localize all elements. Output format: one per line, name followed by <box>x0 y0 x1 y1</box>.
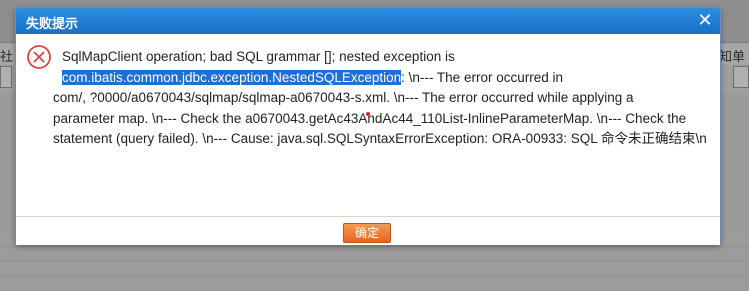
cursor-dot <box>366 112 370 116</box>
dialog-title: 失败提示 <box>26 17 79 32</box>
message-line: com.ibatis.common.jdbc.exception.NestedS… <box>53 68 693 89</box>
message-line: com/, ?0000/a0670043/sqlmap/sqlmap-a0670… <box>53 88 693 109</box>
message-line: statement (query failed). \n--- Cause: j… <box>53 129 707 150</box>
background-field-right <box>733 66 749 88</box>
error-circle-x-icon <box>27 45 51 69</box>
error-dialog: 失败提示 ✕ SqlMapClient operation; bad SQL g… <box>15 7 721 245</box>
message-line: parameter map. \n--- Check the a0670043.… <box>53 109 693 130</box>
background-label-left: 社 <box>0 50 14 65</box>
message-line: SqlMapClient operation; bad SQL grammar … <box>53 47 693 68</box>
selected-exception-class[interactable]: com.ibatis.common.jdbc.exception.NestedS… <box>62 69 402 85</box>
ok-button[interactable]: 确定 <box>343 223 391 243</box>
message-text: com/, ?0000/a0670043/sqlmap/sqlmap-a0670… <box>53 90 634 105</box>
close-icon[interactable]: ✕ <box>696 12 714 30</box>
dialog-titlebar[interactable]: 失败提示 ✕ <box>16 8 720 34</box>
dialog-footer: 确定 <box>16 216 720 245</box>
message-text: : \n--- The error occurred in <box>401 69 563 85</box>
error-message: SqlMapClient operation; bad SQL grammar … <box>53 47 707 150</box>
message-text: SqlMapClient operation; bad SQL grammar … <box>62 49 455 64</box>
message-text: statement (query failed). \n--- Cause: j… <box>53 131 707 146</box>
background-field-left <box>0 66 12 88</box>
